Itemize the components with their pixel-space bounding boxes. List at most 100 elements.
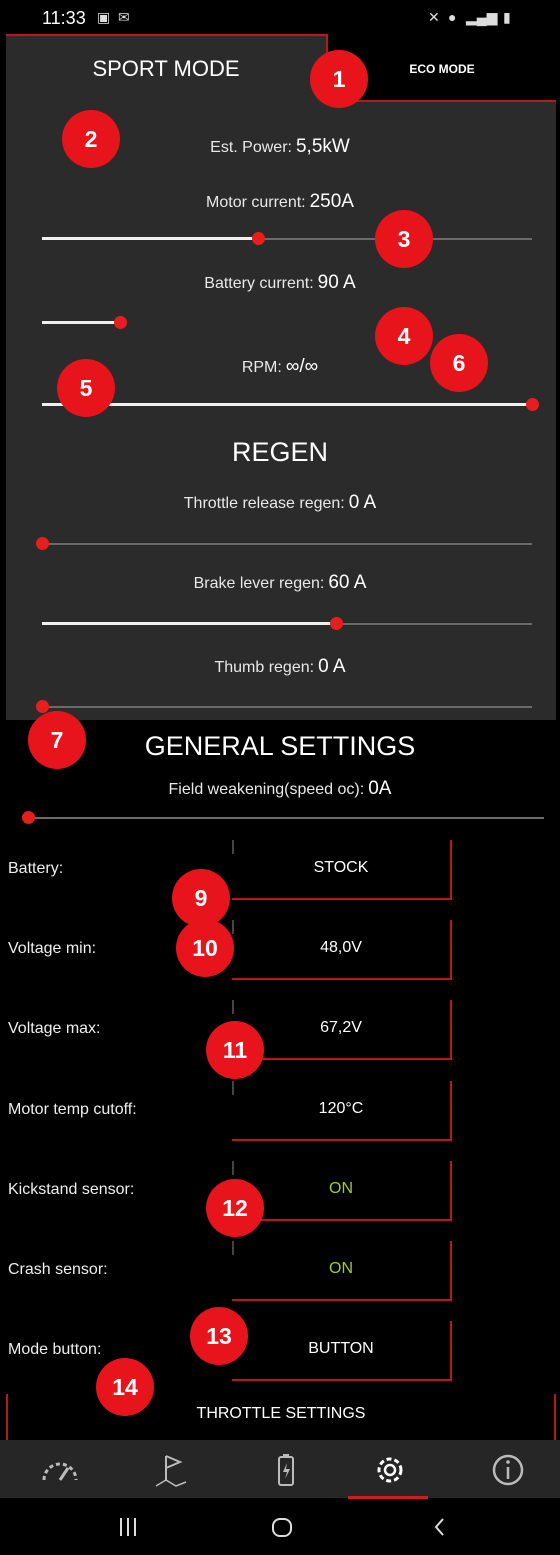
rpm-value: ∞/∞ — [285, 356, 319, 377]
divider — [232, 920, 234, 934]
annotation-badge: 11 — [206, 1021, 264, 1079]
thumb-regen-slider[interactable] — [36, 700, 532, 714]
motor-current-label: Motor current: — [206, 194, 306, 211]
slider-fill — [42, 403, 532, 406]
voltage-min-field[interactable]: 48,0V — [232, 920, 452, 980]
annotation-badge: 1 — [310, 50, 368, 108]
slider-thumb[interactable] — [114, 316, 127, 329]
battery-current-label: Battery current: — [204, 275, 314, 292]
kickstand-sensor-toggle[interactable]: ON — [232, 1161, 452, 1221]
slider-thumb[interactable] — [330, 617, 343, 630]
throttle-settings-label: THROTTLE SETTINGS — [196, 1405, 366, 1422]
motor-current-slider[interactable] — [42, 232, 532, 246]
annotation-badge: 7 — [28, 711, 86, 769]
slider-thumb[interactable] — [252, 232, 265, 245]
annotation-badge: 6 — [430, 334, 488, 392]
brake-lever-regen-row: Brake lever regen: 60 A — [0, 572, 560, 594]
battery-select[interactable]: STOCK — [232, 840, 452, 900]
recent-apps-icon[interactable] — [116, 1515, 140, 1539]
mode-button-label: Mode button: — [8, 1341, 102, 1358]
motor-current-value: 250A — [309, 191, 354, 212]
motor-temp-cutoff-field[interactable]: 120°C — [232, 1081, 452, 1141]
thumb-regen-label: Thumb regen: — [214, 659, 315, 676]
field-weakening-value: 0A — [368, 778, 392, 799]
gear-icon[interactable] — [368, 1452, 412, 1488]
divider — [232, 1081, 234, 1095]
voltage-max-label: Voltage max: — [8, 1020, 101, 1037]
kickstand-sensor-value: ON — [329, 1180, 353, 1197]
info-icon[interactable] — [486, 1452, 530, 1488]
annotation-badge: 2 — [62, 110, 120, 168]
annotation-badge: 12 — [206, 1179, 264, 1237]
field-weakening-row: Field weakening(speed oc): 0A — [0, 778, 560, 800]
slider-fill — [42, 622, 336, 625]
battery-status-icon: ▮ — [503, 9, 511, 25]
rpm-label: RPM: — [241, 359, 282, 376]
annotation-badge: 14 — [96, 1358, 154, 1416]
divider — [232, 840, 234, 854]
throttle-settings-button[interactable]: THROTTLE SETTINGS — [6, 1394, 556, 1440]
tab-sport-label: SPORT MODE — [92, 56, 240, 81]
est-power-label: Est. Power: — [210, 139, 292, 156]
thumb-regen-row: Thumb regen: 0 A — [0, 656, 560, 678]
status-bar: 11:33 ▣ ✉ ✕ ● ▂▄▆ ▮ — [0, 0, 560, 34]
back-icon[interactable] — [428, 1515, 452, 1539]
status-time: 11:33 — [42, 8, 86, 28]
annotation-badge: 10 — [176, 919, 234, 977]
slider-thumb[interactable] — [526, 398, 539, 411]
annotation-badge: 3 — [375, 210, 433, 268]
brake-lever-regen-value: 60 A — [328, 572, 367, 593]
battery-current-value: 90 A — [317, 272, 356, 293]
throttle-release-regen-value: 0 A — [348, 492, 377, 513]
thumb-regen-value: 0 A — [318, 656, 346, 677]
tab-sport-mode[interactable]: SPORT MODE — [6, 34, 328, 102]
brake-lever-regen-label: Brake lever regen: — [193, 575, 325, 592]
battery-icon[interactable] — [264, 1452, 308, 1488]
gallery-icon: ▣ — [97, 9, 111, 25]
field-weakening-label: Field weakening(speed oc): — [168, 781, 365, 798]
slider-thumb[interactable] — [36, 700, 49, 713]
home-icon[interactable] — [270, 1515, 294, 1539]
voltage-min-label: Voltage min: — [8, 940, 97, 957]
voltage-max-field[interactable]: 67,2V — [232, 1000, 452, 1060]
speedometer-icon[interactable] — [38, 1452, 82, 1488]
throttle-release-regen-slider[interactable] — [36, 537, 532, 551]
annotation-badge: 5 — [57, 359, 115, 417]
mode-button-select[interactable]: BUTTON — [232, 1321, 452, 1381]
est-power-value: 5,5kW — [295, 136, 350, 157]
divider — [232, 1161, 234, 1175]
crash-sensor-label: Crash sensor: — [8, 1261, 108, 1278]
battery-label: Battery: — [8, 860, 64, 877]
slider-fill — [42, 321, 120, 324]
motor-current-row: Motor current: 250A — [0, 191, 560, 213]
location-icon: ● — [448, 9, 457, 25]
divider — [232, 1241, 234, 1255]
throttle-release-regen-row: Throttle release regen: 0 A — [0, 492, 560, 514]
battery-current-row: Battery current: 90 A — [0, 272, 560, 294]
voltage-max-value: 67,2V — [320, 1019, 362, 1036]
slider-thumb[interactable] — [22, 811, 35, 824]
divider — [232, 1000, 234, 1014]
mail-icon: ✉ — [118, 9, 130, 25]
crash-sensor-value: ON — [329, 1260, 353, 1277]
slider-track — [42, 543, 532, 545]
kickstand-sensor-label: Kickstand sensor: — [8, 1181, 135, 1198]
slider-thumb[interactable] — [36, 537, 49, 550]
annotation-badge: 13 — [190, 1307, 248, 1365]
regen-title: REGEN — [231, 437, 329, 467]
field-weakening-slider[interactable] — [22, 811, 544, 825]
slider-track — [28, 817, 544, 819]
rpm-slider[interactable] — [42, 398, 539, 412]
mute-icon: ✕ — [428, 9, 440, 25]
battery-current-slider[interactable] — [42, 316, 532, 330]
slider-fill — [42, 237, 258, 240]
battery-value: STOCK — [313, 859, 369, 876]
voltage-min-value: 48,0V — [320, 939, 362, 956]
mode-button-value: BUTTON — [308, 1340, 374, 1357]
throttle-release-regen-label: Throttle release regen: — [183, 495, 345, 512]
brake-lever-regen-slider[interactable] — [42, 617, 532, 631]
slider-track — [42, 706, 532, 708]
annotation-badge: 4 — [375, 307, 433, 365]
flag-route-icon[interactable] — [150, 1452, 194, 1488]
crash-sensor-toggle[interactable]: ON — [232, 1241, 452, 1301]
